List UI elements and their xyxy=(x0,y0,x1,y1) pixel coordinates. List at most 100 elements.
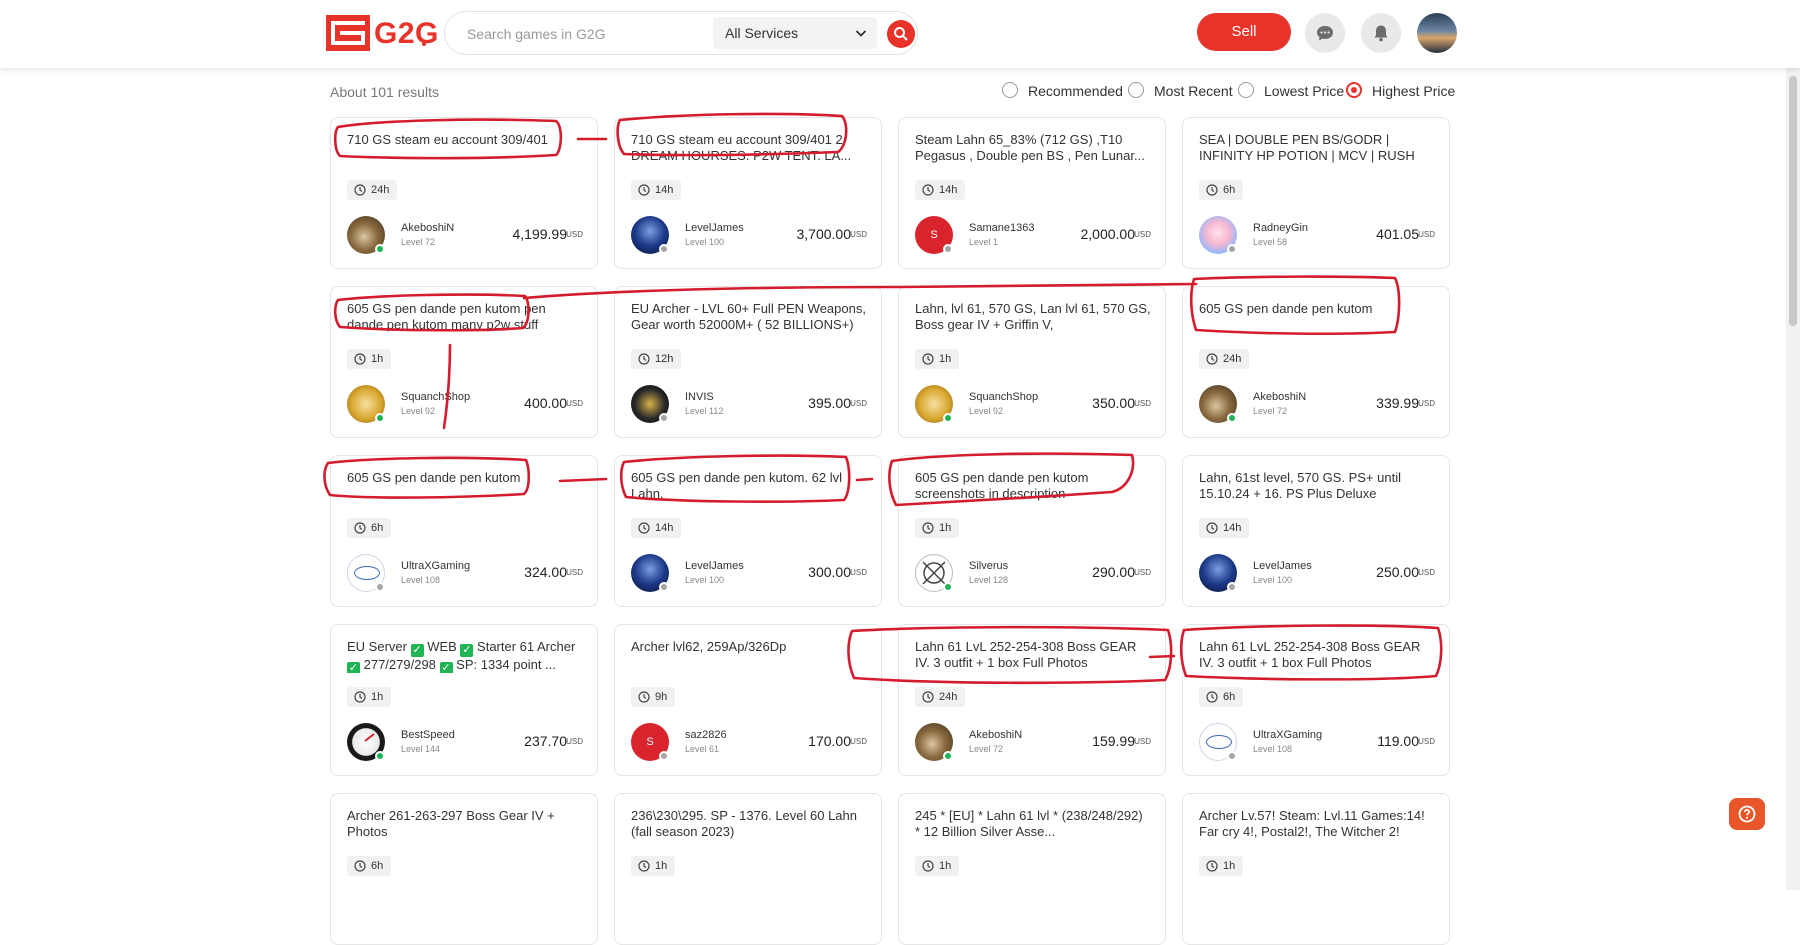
service-dropdown[interactable]: All Services xyxy=(713,17,877,49)
online-status-dot xyxy=(375,751,385,761)
g2g-logo[interactable]: G2G xyxy=(326,15,438,51)
seller-name[interactable]: LevelJames xyxy=(685,222,744,234)
listing-card[interactable]: 605 GS pen dande pen kutom pen dande pen… xyxy=(330,286,598,438)
seller-name[interactable]: LevelJames xyxy=(1253,560,1312,572)
listing-card[interactable]: EU Archer - LVL 60+ Full PEN Weapons, Ge… xyxy=(614,286,882,438)
help-button[interactable] xyxy=(1729,798,1765,830)
listing-title[interactable]: Archer 261-263-297 Boss Gear IV + Photos xyxy=(347,808,583,842)
delivery-time-badge: 6h xyxy=(347,518,392,538)
listing-title[interactable]: Lahn, lvl 61, 570 GS, Lan lvl 61, 570 GS… xyxy=(915,301,1151,335)
clock-icon xyxy=(638,860,650,872)
clock-icon xyxy=(638,353,650,365)
listing-card[interactable]: 605 GS pen dande pen kutom 6h UltraXGaming… xyxy=(330,455,598,607)
seller-level: Level 112 xyxy=(685,406,724,416)
service-dropdown-label: All Services xyxy=(725,25,799,41)
listing-title[interactable]: 245 * [EU] * Lahn 61 lvl * (238/248/292)… xyxy=(915,808,1151,842)
logo-dot xyxy=(422,42,426,46)
sort-label: Lowest Price xyxy=(1264,83,1345,99)
seller-name[interactable]: BestSpeed xyxy=(401,729,455,741)
listing-card[interactable]: 710 GS steam eu account 309/401 24h Akebos… xyxy=(330,117,598,269)
seller-name[interactable]: UltraXGaming xyxy=(401,560,470,572)
check-mark-icon: ✓ xyxy=(410,644,424,657)
sell-button[interactable]: Sell xyxy=(1197,13,1291,51)
listing-title[interactable]: 710 GS steam eu account 309/401 2 DREAM … xyxy=(631,132,867,166)
listing-card[interactable]: Archer 261-263-297 Boss Gear IV + Photos… xyxy=(330,793,598,945)
listing-title[interactable]: Lahn, 61st level, 570 GS. PS+ until 15.1… xyxy=(1199,470,1435,504)
listing-card[interactable]: Lahn 61 LvL 252-254-308 Boss GEAR IV. 3 … xyxy=(1182,624,1450,776)
radio-icon xyxy=(1128,82,1144,98)
seller-level: Level 72 xyxy=(1253,406,1288,416)
listing-title[interactable]: Lahn 61 LvL 252-254-308 Boss GEAR IV. 3 … xyxy=(915,639,1151,673)
listing-card[interactable]: Lahn 61 LvL 252-254-308 Boss GEAR IV. 3 … xyxy=(898,624,1166,776)
listing-title[interactable]: 710 GS steam eu account 309/401 xyxy=(347,132,583,166)
chat-button[interactable] xyxy=(1305,13,1345,53)
seller-level: Level 72 xyxy=(969,744,1004,754)
price-currency: USD xyxy=(850,399,867,408)
listing-title[interactable]: 605 GS pen dande pen kutom xyxy=(347,470,583,504)
listing-title[interactable]: Lahn 61 LvL 252-254-308 Boss GEAR IV. 3 … xyxy=(1199,639,1435,673)
delivery-time: 1h xyxy=(371,353,384,365)
listing-card[interactable]: Lahn, 61st level, 570 GS. PS+ until 15.1… xyxy=(1182,455,1450,607)
delivery-time-badge: 14h xyxy=(631,180,682,200)
listing-card[interactable]: 236\230\295. SP - 1376. Level 60 Lahn (f… xyxy=(614,793,882,945)
clock-icon xyxy=(354,860,366,872)
seller-name[interactable]: AkeboshiN xyxy=(969,729,1022,741)
seller-name[interactable]: SquanchShop xyxy=(969,391,1038,403)
seller-name[interactable]: Samane1363 xyxy=(969,222,1034,234)
seller-name[interactable]: saz2826 xyxy=(685,729,727,741)
logo-text: G2G xyxy=(374,17,439,50)
delivery-time-badge: 1h xyxy=(347,349,392,369)
listing-card[interactable]: Lahn, lvl 61, 570 GS, Lan lvl 61, 570 GS… xyxy=(898,286,1166,438)
listing-card[interactable]: 710 GS steam eu account 309/401 2 DREAM … xyxy=(614,117,882,269)
listing-title[interactable]: 605 GS pen dande pen kutom. 62 lvl Lahn. xyxy=(631,470,867,504)
listing-title[interactable]: EU Server ✓ WEB ✓ Starter 61 Archer ✓ 27… xyxy=(347,639,583,673)
search-input[interactable] xyxy=(465,22,729,46)
seller-name[interactable]: LevelJames xyxy=(685,560,744,572)
sort-label: Highest Price xyxy=(1372,83,1456,99)
listing-card[interactable]: Archer lvl62, 259Ap/326Dp 9h Ssaz2826 Level… xyxy=(614,624,882,776)
search-button[interactable] xyxy=(887,20,915,48)
seller-name[interactable]: UltraXGaming xyxy=(1253,729,1322,741)
delivery-time: 1h xyxy=(655,860,668,872)
scrollbar-thumb[interactable] xyxy=(1789,76,1797,326)
listing-price: 119.00 xyxy=(1377,733,1419,749)
listing-card[interactable]: Archer Lv.57! Steam: Lvl.11 Games:14! Fa… xyxy=(1182,793,1450,945)
user-avatar[interactable] xyxy=(1417,13,1457,53)
listing-title[interactable]: Archer lvl62, 259Ap/326Dp xyxy=(631,639,867,673)
seller-name[interactable]: AkeboshiN xyxy=(401,222,454,234)
listing-title[interactable]: 605 GS pen dande pen kutom pen dande pen… xyxy=(347,301,583,335)
listing-title[interactable]: SEA | DOUBLE PEN BS/GODR | INFINITY HP P… xyxy=(1199,132,1435,166)
seller-name[interactable]: AkeboshiN xyxy=(1253,391,1306,403)
listing-price: 290.00 xyxy=(1092,564,1135,580)
seller-name[interactable]: SquanchShop xyxy=(401,391,470,403)
seller-level: Level 58 xyxy=(1253,237,1288,247)
seller-name[interactable]: Silverus xyxy=(969,560,1008,572)
seller-level: Level 108 xyxy=(401,575,441,585)
listing-card[interactable]: Steam Lahn 65_83% (712 GS) ,T10 Pegasus … xyxy=(898,117,1166,269)
listing-card[interactable]: 605 GS pen dande pen kutom. 62 lvl Lahn.… xyxy=(614,455,882,607)
listing-price: 3,700.00 xyxy=(796,226,852,242)
listing-card[interactable]: SEA | DOUBLE PEN BS/GODR | INFINITY HP P… xyxy=(1182,117,1450,269)
seller-name[interactable]: RadneyGin xyxy=(1253,222,1308,234)
listing-card[interactable]: EU Server ✓ WEB ✓ Starter 61 Archer ✓ 27… xyxy=(330,624,598,776)
online-status-dot xyxy=(1227,413,1237,423)
listing-title[interactable]: EU Archer - LVL 60+ Full PEN Weapons, Ge… xyxy=(631,301,867,335)
clock-icon xyxy=(354,353,366,365)
listing-title[interactable]: Archer Lv.57! Steam: Lvl.11 Games:14! Fa… xyxy=(1199,808,1435,842)
clock-icon xyxy=(1206,691,1218,703)
listing-title[interactable]: Steam Lahn 65_83% (712 GS) ,T10 Pegasus … xyxy=(915,132,1151,166)
listing-title[interactable]: 236\230\295. SP - 1376. Level 60 Lahn (f… xyxy=(631,808,867,842)
listing-card[interactable]: 605 GS pen dande pen kutom 24h AkeboshiN Le… xyxy=(1182,286,1450,438)
clock-icon xyxy=(1206,860,1218,872)
notifications-button[interactable] xyxy=(1361,13,1401,53)
listing-card[interactable]: 605 GS pen dande pen kutom screenshots i… xyxy=(898,455,1166,607)
page-scrollbar[interactable] xyxy=(1786,68,1800,890)
delivery-time: 1h xyxy=(1223,860,1236,872)
seller-name[interactable]: INVIS xyxy=(685,391,714,403)
listing-title[interactable]: 605 GS pen dande pen kutom screenshots i… xyxy=(915,470,1151,504)
online-status-dot xyxy=(375,413,385,423)
delivery-time-badge: 24h xyxy=(1199,349,1250,369)
clock-icon xyxy=(922,184,934,196)
listing-card[interactable]: 245 * [EU] * Lahn 61 lvl * (238/248/292)… xyxy=(898,793,1166,945)
listing-title[interactable]: 605 GS pen dande pen kutom xyxy=(1199,301,1435,335)
